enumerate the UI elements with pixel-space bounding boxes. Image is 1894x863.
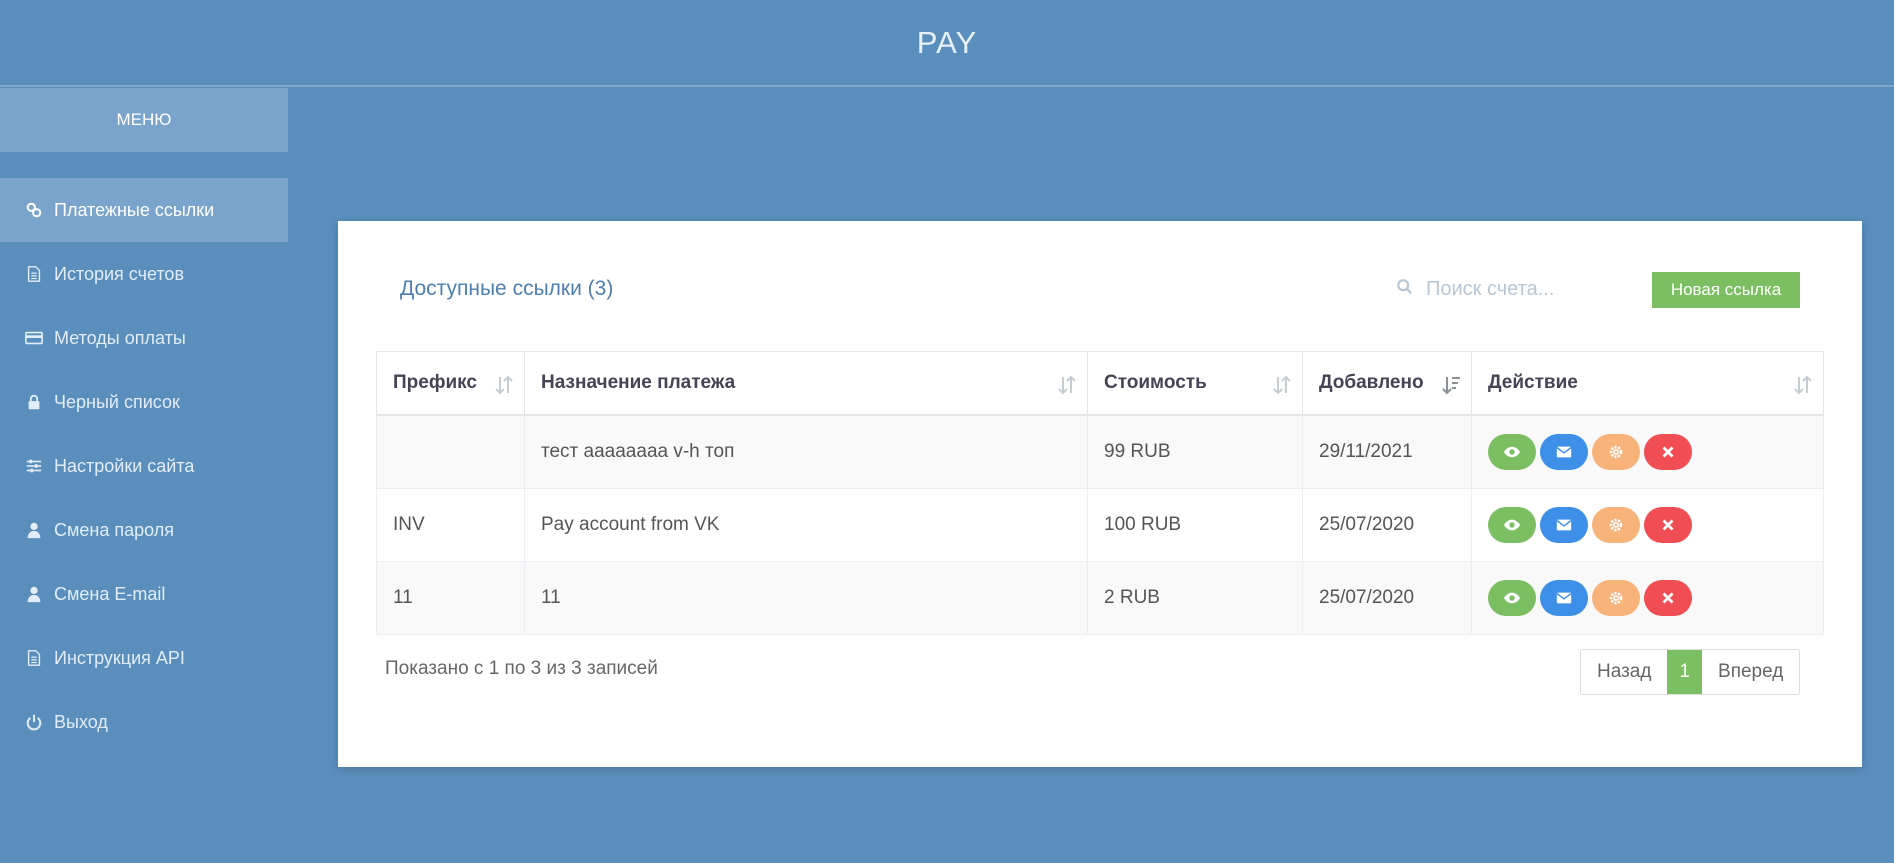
menu-header: МЕНЮ: [0, 88, 288, 152]
cell-actions: [1471, 487, 1824, 562]
view-button[interactable]: [1488, 579, 1536, 616]
sidebar-item-site-settings[interactable]: Настройки сайта: [0, 434, 288, 498]
sort-icon: [1057, 374, 1077, 401]
prev-page-button[interactable]: Назад: [1581, 650, 1667, 694]
gear-icon: [1609, 445, 1623, 459]
column-header-purpose[interactable]: Назначение платежа: [524, 351, 1088, 416]
search-box: [1396, 277, 1608, 302]
sort-desc-icon: [1441, 374, 1461, 401]
delete-button[interactable]: [1644, 579, 1692, 616]
search-input[interactable]: [1424, 277, 1608, 302]
cell-added: 25/07/2020: [1302, 560, 1472, 635]
sidebar-item-invoice-history[interactable]: История счетов: [0, 242, 288, 306]
sidebar-item-change-email[interactable]: Смена E-mail: [0, 562, 288, 626]
link-icon: [24, 200, 44, 220]
column-header-added[interactable]: Добавлено: [1302, 351, 1472, 416]
close-icon: [1662, 519, 1674, 530]
settings-button[interactable]: [1592, 579, 1640, 616]
table-row: тест ааааааaa v-h топ 99 RUB 29/11/2021: [376, 414, 1824, 489]
close-icon: [1662, 592, 1674, 603]
eye-icon: [1503, 519, 1521, 530]
next-page-button[interactable]: Вперед: [1702, 650, 1799, 694]
cell-prefix: INV: [376, 487, 525, 562]
column-header-price[interactable]: Стоимость: [1087, 351, 1303, 416]
sidebar-item-logout[interactable]: Выход: [0, 690, 288, 754]
sidebar-item-label: Смена пароля: [54, 519, 174, 540]
view-button[interactable]: [1488, 506, 1536, 543]
settings-button[interactable]: [1592, 433, 1640, 470]
document-icon: [24, 264, 44, 284]
column-header-prefix[interactable]: Префикс: [376, 351, 525, 416]
cell-actions: [1471, 414, 1824, 489]
app-title: PAY: [916, 24, 978, 60]
user-icon: [24, 584, 44, 604]
delete-button[interactable]: [1644, 506, 1692, 543]
links-table: Префикс Назначение платежа Стоимость Доб…: [376, 351, 1824, 635]
sidebar-item-label: Платежные ссылки: [54, 199, 215, 220]
sidebar-item-label: Настройки сайта: [54, 455, 195, 476]
sort-icon: [1272, 374, 1292, 401]
document-icon: [24, 648, 44, 668]
page-1-button[interactable]: 1: [1667, 650, 1703, 694]
sidebar-item-label: Смена E-mail: [54, 583, 166, 604]
cell-purpose: Pay account from VK: [524, 487, 1088, 562]
pagination: Назад 1 Вперед: [1580, 649, 1801, 695]
sliders-icon: [24, 456, 44, 476]
email-button[interactable]: [1540, 579, 1588, 616]
cell-purpose: 11: [524, 560, 1088, 635]
email-button[interactable]: [1540, 506, 1588, 543]
sidebar-item-change-password[interactable]: Смена пароля: [0, 498, 288, 562]
gear-icon: [1609, 591, 1623, 604]
sidebar-item-label: История счетов: [54, 263, 185, 284]
cell-prefix: 11: [376, 560, 525, 635]
envelope-icon: [1556, 592, 1572, 603]
cell-price: 2 RUB: [1087, 560, 1303, 635]
new-link-button[interactable]: Новая ссылка: [1652, 272, 1800, 308]
column-header-action[interactable]: Действие: [1471, 351, 1824, 416]
table-row: INV Pay account from VK 100 RUB 25/07/20…: [376, 487, 1824, 562]
eye-icon: [1503, 592, 1521, 603]
table-info: Показано с 1 по 3 из 3 записей: [385, 658, 658, 679]
user-icon: [24, 520, 44, 540]
power-icon: [24, 712, 44, 732]
sort-icon: [1793, 374, 1813, 401]
view-button[interactable]: [1488, 433, 1536, 470]
sidebar-item-label: Выход: [54, 711, 108, 732]
cell-added: 25/07/2020: [1302, 487, 1472, 562]
email-button[interactable]: [1540, 433, 1588, 470]
credit-card-icon: [24, 328, 44, 348]
sidebar-item-payment-links[interactable]: Платежные ссылки: [0, 178, 288, 242]
links-panel: Доступные ссылки (3) Новая ссылка Префик…: [338, 221, 1862, 767]
sidebar-item-payment-methods[interactable]: Методы оплаты: [0, 306, 288, 370]
cell-price: 100 RUB: [1087, 487, 1303, 562]
sidebar-item-label: Черный список: [54, 391, 180, 412]
sidebar: МЕНЮ Платежные ссылки История счетов Мет…: [0, 88, 288, 754]
lock-icon: [24, 392, 44, 412]
sidebar-nav: Платежные ссылки История счетов Методы о…: [0, 178, 288, 754]
panel-title: Доступные ссылки (3): [400, 277, 614, 300]
delete-button[interactable]: [1644, 433, 1692, 470]
cell-purpose: тест ааааааaa v-h топ: [524, 414, 1088, 489]
sidebar-item-label: Методы оплаты: [54, 327, 186, 348]
search-icon: [1396, 278, 1424, 302]
cell-added: 29/11/2021: [1302, 414, 1472, 489]
gear-icon: [1609, 518, 1623, 531]
cell-prefix: [376, 414, 525, 489]
sort-icon: [494, 374, 514, 401]
settings-button[interactable]: [1592, 506, 1640, 543]
top-bar: PAY: [0, 0, 1894, 87]
envelope-icon: [1556, 446, 1572, 458]
eye-icon: [1503, 446, 1521, 458]
cell-price: 99 RUB: [1087, 414, 1303, 489]
sidebar-item-api-docs[interactable]: Инструкция API: [0, 626, 288, 690]
close-icon: [1662, 446, 1674, 458]
sidebar-item-blacklist[interactable]: Черный список: [0, 370, 288, 434]
cell-actions: [1471, 560, 1824, 635]
envelope-icon: [1556, 519, 1572, 530]
table-row: 11 11 2 RUB 25/07/2020: [376, 560, 1824, 635]
sidebar-item-label: Инструкция API: [54, 647, 185, 668]
